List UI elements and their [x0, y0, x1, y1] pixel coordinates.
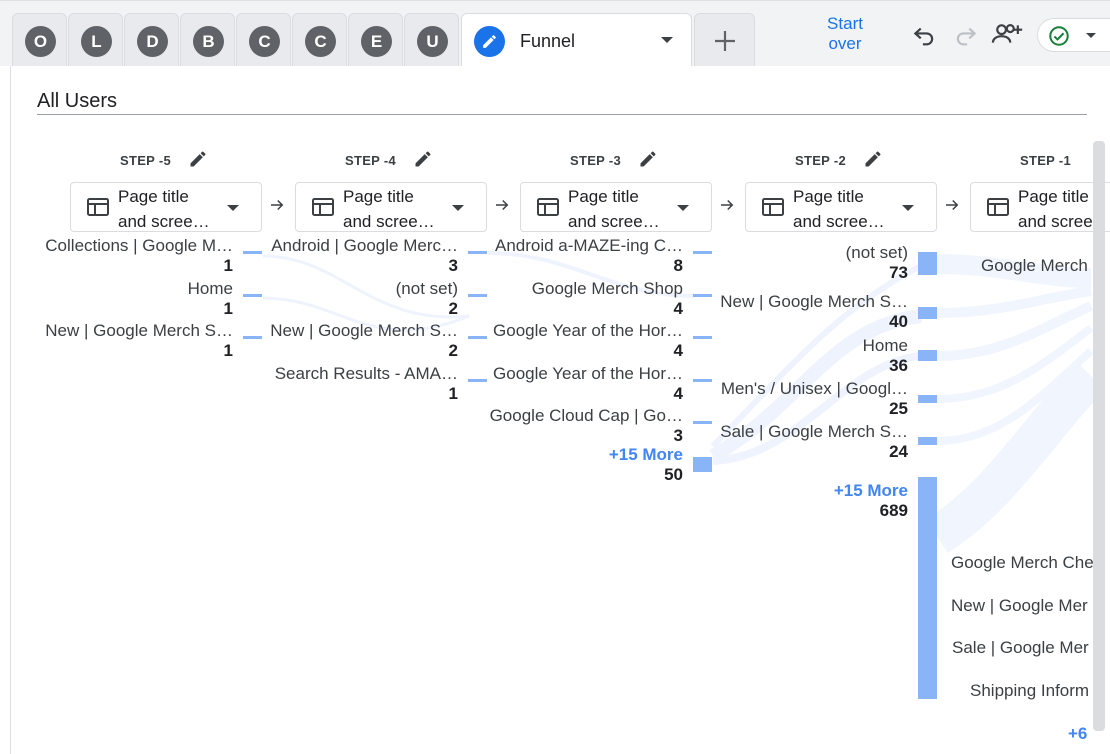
chevron-down-icon [677, 205, 689, 211]
table-icon [537, 198, 559, 216]
path-node[interactable]: Android | Google Merc… 3 [258, 236, 458, 276]
more-nodes[interactable]: +6 [1068, 724, 1087, 744]
start-over-line1: Start [827, 14, 863, 33]
step-label: STEP -4 [345, 151, 475, 168]
chevron-down-icon [902, 205, 914, 211]
pencil-icon[interactable] [863, 149, 883, 169]
undo-icon[interactable] [911, 21, 937, 47]
arrow-right-icon [271, 199, 284, 211]
path-node[interactable]: Home 36 [708, 336, 908, 376]
tab-funnel[interactable]: Funnel [461, 13, 692, 67]
status-menu[interactable] [1037, 18, 1110, 52]
tab-letter-badge: C [305, 26, 336, 57]
check-circle-icon [1049, 26, 1069, 46]
chevron-down-icon [1086, 33, 1096, 38]
redo-icon[interactable] [953, 21, 979, 47]
dimension-dropdown[interactable]: Page title and scree… [295, 182, 487, 232]
dimension-label: Page title and scree… [118, 187, 210, 231]
arrow-right-icon [946, 199, 959, 211]
tab-letter-badge: E [361, 26, 392, 57]
path-node[interactable]: Collections | Google M… 1 [33, 236, 233, 276]
more-nodes[interactable]: +15 More 50 [483, 445, 683, 485]
path-node[interactable]: New | Google Merch S… 1 [33, 321, 233, 361]
arrow-right-icon [496, 199, 509, 211]
dimension-label: Page title and scree… [568, 187, 660, 231]
path-node[interactable]: Google Merch Shop 4 [483, 279, 683, 319]
dimension-label: Page title and scree… [343, 187, 435, 231]
step-label: STEP -2 [795, 151, 925, 168]
add-tab-button[interactable] [694, 13, 755, 66]
table-icon [87, 198, 109, 216]
path-node-label[interactable]: Shipping Inform [970, 681, 1089, 701]
pencil-icon[interactable] [474, 26, 505, 57]
tab-segment-b[interactable]: B [180, 13, 235, 66]
tab-segment-d[interactable]: D [124, 13, 179, 66]
plus-icon [715, 31, 735, 51]
tab-segment-c2[interactable]: C [292, 13, 347, 66]
path-node-label[interactable]: Sale | Google Mer [952, 638, 1089, 658]
path-node[interactable]: New | Google Merch S… 2 [258, 321, 458, 361]
path-node-label[interactable]: Google Merch Che [951, 553, 1094, 573]
chevron-down-icon [227, 205, 239, 211]
tab-letter-badge: O [25, 26, 56, 57]
node-bar[interactable] [918, 477, 937, 699]
path-node[interactable]: (not set) 2 [258, 279, 458, 319]
pencil-icon[interactable] [413, 149, 433, 169]
vertical-scrollbar[interactable] [1093, 141, 1105, 731]
tab-name: Funnel [520, 31, 576, 51]
tab-segment-l[interactable]: L [68, 13, 123, 66]
tab-segment-o[interactable]: O [12, 13, 67, 66]
dimension-dropdown[interactable]: Page title and scree… [745, 182, 937, 232]
path-node[interactable]: Men's / Unisex | Googl… 25 [708, 379, 908, 419]
add-person-icon[interactable] [990, 21, 1024, 47]
path-node[interactable]: Home 1 [33, 279, 233, 319]
tab-letter-badge: L [81, 26, 112, 57]
step-label: STEP -5 [120, 151, 250, 168]
path-node[interactable]: Sale | Google Merch S… 24 [708, 422, 908, 462]
node-bar[interactable] [918, 307, 937, 319]
path-node[interactable]: Google Year of the Hor… 4 [483, 321, 683, 361]
tab-letter-badge: C [249, 26, 280, 57]
path-node[interactable]: (not set) 73 [708, 243, 908, 283]
path-node[interactable]: New | Google Merch S… 40 [708, 292, 908, 332]
chevron-down-icon [452, 205, 464, 211]
pencil-icon[interactable] [638, 149, 658, 169]
tab-letter-badge: D [137, 26, 168, 57]
dimension-label: Page title and scree… [793, 187, 885, 231]
dimension-dropdown[interactable]: Page title and scree… [70, 182, 262, 232]
chevron-down-icon[interactable] [661, 37, 673, 43]
table-icon [987, 198, 1009, 216]
start-over-line2: over [828, 34, 862, 53]
tab-letter-badge: B [193, 26, 224, 57]
dimension-dropdown[interactable]: Page title and scree [970, 182, 1110, 232]
path-node-label[interactable]: Google Merch [981, 256, 1088, 276]
tab-letter-badge: U [417, 26, 448, 57]
path-node[interactable]: Google Year of the Hor… 4 [483, 364, 683, 404]
path-node-label[interactable]: New | Google Mer [951, 596, 1088, 616]
table-icon [312, 198, 334, 216]
tab-segment-c[interactable]: C [236, 13, 291, 66]
exploration-tab-bar: O L D B C C E U Funnel Start over [0, 0, 1110, 67]
arrow-right-icon [721, 199, 734, 211]
node-bar[interactable] [918, 252, 937, 275]
node-bar[interactable] [918, 350, 937, 361]
path-node[interactable]: Android a-MAZE-ing C… 8 [483, 236, 683, 276]
tab-segment-e[interactable]: E [348, 13, 403, 66]
tab-segment-u[interactable]: U [404, 13, 459, 66]
node-bar[interactable] [918, 437, 937, 445]
path-node[interactable]: Search Results - AMA… 1 [258, 364, 458, 404]
flow-ribbon [936, 286, 1092, 318]
path-exploration-canvas: All Users STEP -5 STEP -4 STEP -3 STEP -… [10, 66, 1110, 754]
dimension-dropdown[interactable]: Page title and scree… [520, 182, 712, 232]
pencil-icon[interactable] [188, 149, 208, 169]
node-bar[interactable] [918, 395, 937, 403]
table-icon [762, 198, 784, 216]
path-node[interactable]: Google Cloud Cap | Go… 3 [483, 406, 683, 446]
step-label: STEP -3 [570, 151, 700, 168]
start-over-button[interactable]: Start over [812, 14, 878, 54]
more-nodes[interactable]: +15 More 689 [708, 481, 908, 521]
